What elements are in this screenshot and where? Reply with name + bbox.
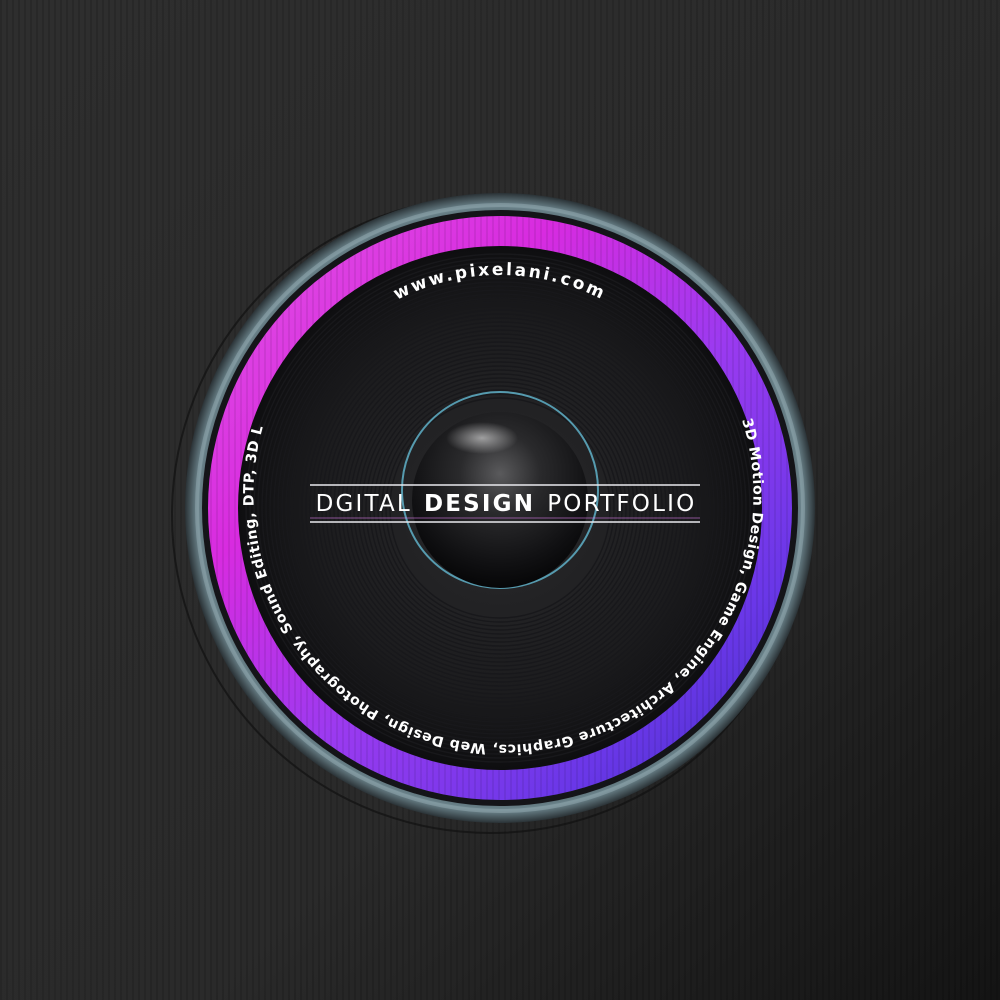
title-emphasis: DESIGN <box>424 491 535 517</box>
portfolio-title: DGITAL DESIGN PORTFOLIO <box>316 491 697 517</box>
sphere-highlight <box>446 422 518 454</box>
emblem-artwork: DGITAL DESIGN PORTFOLIO www.pixelani.com 3… <box>0 0 1000 1000</box>
title-suffix: PORTFOLIO <box>547 491 696 517</box>
title-prefix: DGITAL <box>316 491 412 517</box>
design-portfolio-emblem: DGITAL DESIGN PORTFOLIO www.pixelani.com 3… <box>0 0 1000 1000</box>
